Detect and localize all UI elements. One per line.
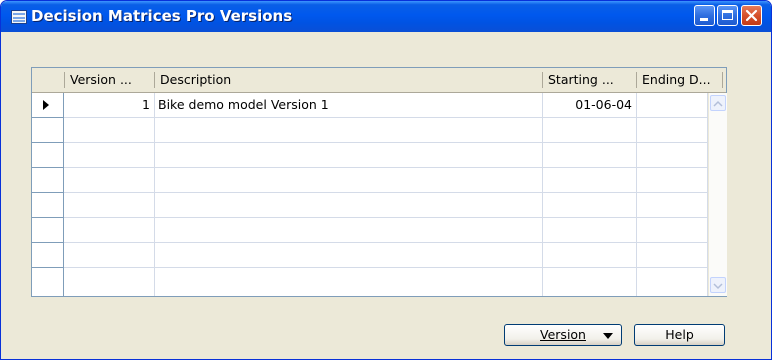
cell-version[interactable] [64, 268, 155, 296]
table-row[interactable] [32, 193, 726, 218]
chevron-down-icon [713, 283, 723, 290]
cell-description[interactable] [155, 193, 543, 218]
minimize-button[interactable] [694, 5, 715, 26]
close-button[interactable] [741, 5, 762, 26]
cell-description[interactable] [155, 118, 543, 143]
cell-ending-date[interactable] [637, 268, 708, 296]
cell-ending-date[interactable] [637, 118, 708, 143]
table-row[interactable] [32, 243, 726, 268]
window-title: Decision Matrices Pro Versions [31, 7, 293, 25]
cell-description[interactable] [155, 168, 543, 193]
cell-ending-date[interactable] [637, 218, 708, 243]
minimize-icon [700, 18, 708, 21]
version-button-label: Version [540, 327, 586, 342]
cell-ending-date[interactable] [637, 93, 708, 118]
cell-starting-date[interactable]: 01-06-04 [543, 93, 637, 118]
cell-ending-date[interactable] [637, 243, 708, 268]
maximize-button[interactable] [717, 5, 738, 26]
column-header-starting-date[interactable]: Starting ... [543, 68, 636, 92]
cell-starting-date[interactable] [543, 118, 637, 143]
row-selector[interactable] [32, 168, 64, 193]
cell-version[interactable]: 1 [64, 93, 155, 118]
table-row[interactable] [32, 143, 726, 168]
cell-ending-date[interactable] [637, 193, 708, 218]
cell-version[interactable] [64, 193, 155, 218]
cell-starting-date[interactable] [543, 168, 637, 193]
dialog-window: Decision Matrices Pro Versions Version .… [0, 0, 772, 360]
cell-description[interactable] [155, 143, 543, 168]
cell-ending-date[interactable] [637, 168, 708, 193]
versions-table[interactable]: Version ... Description Starting ... End… [31, 67, 727, 297]
vertical-scrollbar[interactable] [708, 93, 727, 296]
scroll-down-button[interactable] [710, 277, 726, 293]
cell-version[interactable] [64, 243, 155, 268]
row-selector[interactable] [32, 268, 64, 296]
cell-ending-date[interactable] [637, 143, 708, 168]
column-header-ending-date[interactable]: Ending D... [637, 68, 723, 92]
table-row[interactable]: 1 Bike demo model Version 1 01-06-04 [32, 93, 726, 118]
cell-version[interactable] [64, 143, 155, 168]
cell-version[interactable] [64, 218, 155, 243]
header-corner[interactable] [32, 68, 64, 92]
row-selector[interactable] [32, 143, 64, 168]
help-button[interactable]: Help [634, 324, 725, 346]
cell-description[interactable]: Bike demo model Version 1 [155, 93, 543, 118]
cell-starting-date[interactable] [543, 268, 637, 296]
current-row-arrow-icon [43, 100, 49, 110]
table-icon [11, 10, 27, 24]
table-row[interactable] [32, 218, 726, 243]
row-selector[interactable] [32, 193, 64, 218]
close-icon [745, 9, 758, 22]
cell-description[interactable] [155, 243, 543, 268]
row-selector[interactable] [32, 93, 64, 118]
column-header-description[interactable]: Description [155, 68, 542, 92]
version-menu-button[interactable]: Version [504, 324, 622, 346]
cell-version[interactable] [64, 168, 155, 193]
row-selector[interactable] [32, 243, 64, 268]
table-row[interactable] [32, 118, 726, 143]
dropdown-arrow-icon [603, 333, 613, 339]
cell-version[interactable] [64, 118, 155, 143]
column-header-version[interactable]: Version ... [65, 68, 154, 92]
cell-description[interactable] [155, 218, 543, 243]
table-header: Version ... Description Starting ... End… [32, 68, 726, 93]
chevron-up-icon [713, 100, 723, 107]
maximize-icon [722, 10, 733, 20]
cell-starting-date[interactable] [543, 218, 637, 243]
cell-starting-date[interactable] [543, 143, 637, 168]
cell-starting-date[interactable] [543, 243, 637, 268]
row-selector[interactable] [32, 218, 64, 243]
cell-description[interactable] [155, 268, 543, 296]
row-selector[interactable] [32, 118, 64, 143]
cell-starting-date[interactable] [543, 193, 637, 218]
table-row[interactable] [32, 268, 726, 296]
scroll-up-button[interactable] [710, 95, 726, 111]
title-bar[interactable]: Decision Matrices Pro Versions [1, 1, 771, 32]
table-row[interactable] [32, 168, 726, 193]
